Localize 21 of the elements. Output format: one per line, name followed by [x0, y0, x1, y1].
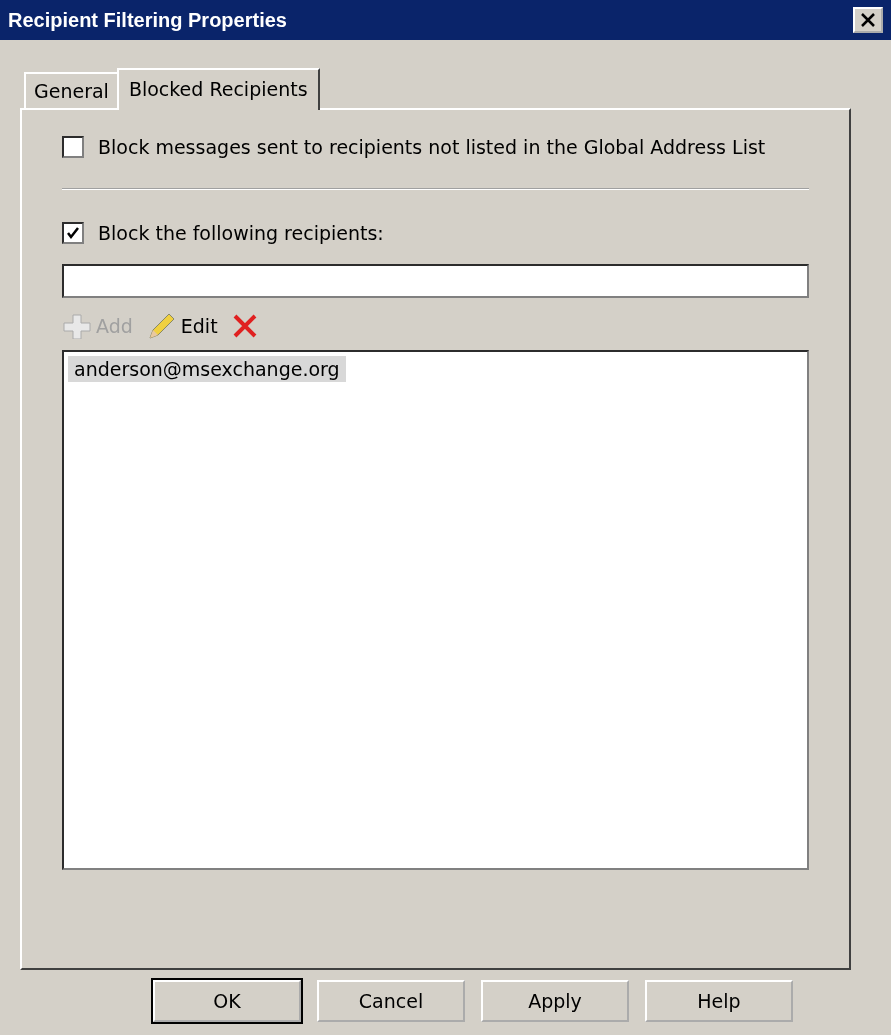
edit-button[interactable]: Edit [146, 312, 218, 340]
checkbox[interactable] [62, 136, 84, 158]
tab[interactable]: Blocked Recipients [116, 68, 320, 110]
checkbox-label: Block messages sent to recipients not listed in the Global Address List [98, 136, 766, 158]
dialog-button[interactable]: Apply [481, 980, 629, 1022]
pencil-icon [146, 312, 177, 340]
checkbox-label: Block the following recipients: [98, 222, 384, 244]
remove-button[interactable] [231, 313, 258, 339]
recipient-input-field[interactable] [62, 264, 809, 298]
window-title: Recipient Filtering Properties [8, 8, 287, 32]
close-icon [860, 12, 876, 28]
tab[interactable]: General [24, 72, 119, 108]
close-button[interactable] [853, 7, 883, 33]
checkbox[interactable] [62, 222, 84, 244]
plus-icon [62, 313, 92, 339]
dialog-button[interactable]: Help [645, 980, 793, 1022]
dialog-button[interactable]: OK [153, 980, 301, 1022]
delete-icon [231, 313, 258, 339]
dialog-button[interactable]: Cancel [317, 980, 465, 1022]
checkmark-icon [66, 226, 80, 240]
list-item[interactable]: anderson@msexchange.org [68, 356, 346, 382]
